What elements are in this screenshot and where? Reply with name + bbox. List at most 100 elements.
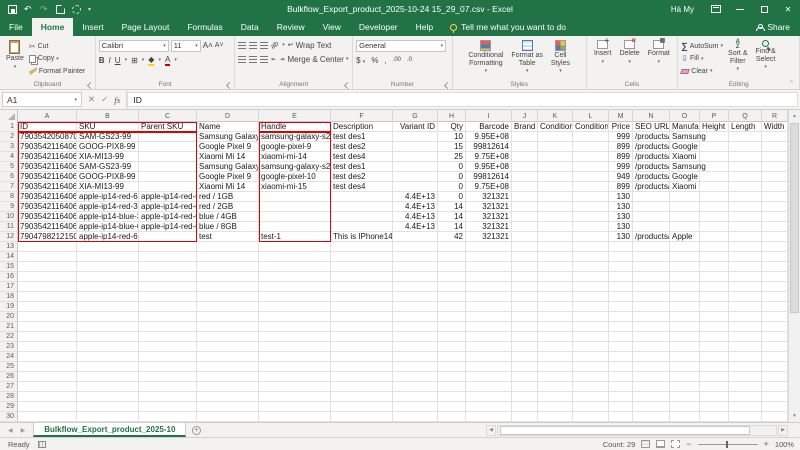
cell-F13[interactable] [331, 242, 393, 252]
cell-B5[interactable]: SAM-GS23-99 [77, 162, 139, 172]
cell-K30[interactable] [538, 412, 573, 422]
cell-A9[interactable]: 7903542116406 [18, 202, 77, 212]
cell-F9[interactable] [331, 202, 393, 212]
cell-Q24[interactable] [729, 352, 762, 362]
cell-Q27[interactable] [729, 382, 762, 392]
cell-O7[interactable]: Xiaomi [670, 182, 700, 192]
cell-G27[interactable] [393, 382, 438, 392]
cell-C19[interactable] [139, 302, 197, 312]
cell-F19[interactable] [331, 302, 393, 312]
cell-C6[interactable] [139, 172, 197, 182]
cell-D29[interactable] [197, 402, 259, 412]
cell-O11[interactable] [670, 222, 700, 232]
cell-H27[interactable] [438, 382, 466, 392]
cell-F4[interactable]: test des4 [331, 152, 393, 162]
cell-Q9[interactable] [729, 202, 762, 212]
cell-K27[interactable] [538, 382, 573, 392]
cell-F5[interactable]: test des1 [331, 162, 393, 172]
cell-C20[interactable] [139, 312, 197, 322]
row-header-2[interactable]: 2 [0, 132, 18, 142]
column-header-G[interactable]: G [393, 110, 438, 122]
cell-K8[interactable] [538, 192, 573, 202]
cell-G3[interactable] [393, 142, 438, 152]
cell-A30[interactable] [18, 412, 77, 422]
shrink-font-button[interactable]: A˅ [215, 42, 224, 49]
cell-R20[interactable] [762, 312, 788, 322]
cell-G28[interactable] [393, 392, 438, 402]
row-header-10[interactable]: 10 [0, 212, 18, 222]
cell-R23[interactable] [762, 342, 788, 352]
cell-L29[interactable] [573, 402, 609, 412]
ribbon-display-options-button[interactable] [704, 0, 728, 18]
cell-F11[interactable] [331, 222, 393, 232]
cell-N27[interactable] [633, 382, 670, 392]
next-sheet-icon[interactable]: ▶ [21, 427, 26, 434]
cell-L26[interactable] [573, 372, 609, 382]
cell-P19[interactable] [700, 302, 729, 312]
cell-N18[interactable] [633, 292, 670, 302]
cell-F24[interactable] [331, 352, 393, 362]
cell-P3[interactable] [700, 142, 729, 152]
row-header-5[interactable]: 5 [0, 162, 18, 172]
cell-A28[interactable] [18, 392, 77, 402]
cell-E4[interactable]: xiaomi-mi-14 [259, 152, 331, 162]
cell-O8[interactable] [670, 192, 700, 202]
row-header-29[interactable]: 29 [0, 402, 18, 412]
cell-I8[interactable]: 321321 [466, 192, 512, 202]
fill-color-button[interactable]: ◆ [148, 55, 155, 66]
cell-F1[interactable]: Description [331, 122, 393, 132]
cell-H21[interactable] [438, 322, 466, 332]
select-all-corner[interactable] [0, 110, 18, 122]
cell-Q23[interactable] [729, 342, 762, 352]
cell-Q17[interactable] [729, 282, 762, 292]
cell-G15[interactable] [393, 262, 438, 272]
cell-P25[interactable] [700, 362, 729, 372]
name-box[interactable]: A1 ▾ [2, 92, 82, 107]
cell-N22[interactable] [633, 332, 670, 342]
cell-C2[interactable] [139, 132, 197, 142]
cell-Q21[interactable] [729, 322, 762, 332]
zoom-level[interactable]: 100% [775, 440, 794, 449]
cell-N30[interactable] [633, 412, 670, 422]
cell-D17[interactable] [197, 282, 259, 292]
cell-M15[interactable] [609, 262, 633, 272]
cell-F14[interactable] [331, 252, 393, 262]
format-cells-button[interactable]: Format ▾ [645, 38, 673, 78]
cell-O6[interactable]: Google [670, 172, 700, 182]
cell-B24[interactable] [77, 352, 139, 362]
cell-E9[interactable] [259, 202, 331, 212]
cell-B2[interactable]: SAM-GS23-99 [77, 132, 139, 142]
cell-G23[interactable] [393, 342, 438, 352]
tab-page-layout[interactable]: Page Layout [113, 18, 179, 36]
cell-B12[interactable]: apple-ip14-red-64 [77, 232, 139, 242]
cell-K6[interactable] [538, 172, 573, 182]
cell-R22[interactable] [762, 332, 788, 342]
cell-F29[interactable] [331, 402, 393, 412]
column-header-D[interactable]: D [197, 110, 259, 122]
cell-I24[interactable] [466, 352, 512, 362]
cell-B29[interactable] [77, 402, 139, 412]
cell-L6[interactable] [573, 172, 609, 182]
share-button[interactable]: Share [756, 18, 800, 36]
find-select-button[interactable]: Find & Select ▾ [752, 39, 778, 78]
cell-H17[interactable] [438, 282, 466, 292]
tab-help[interactable]: Help [407, 18, 442, 36]
grow-font-button[interactable]: A˄ [203, 41, 213, 50]
cell-E24[interactable] [259, 352, 331, 362]
conditional-formatting-button[interactable]: Conditional Formatting ▾ [465, 39, 506, 78]
cell-O26[interactable] [670, 372, 700, 382]
cell-N16[interactable] [633, 272, 670, 282]
cell-N17[interactable] [633, 282, 670, 292]
cell-D20[interactable] [197, 312, 259, 322]
cell-D25[interactable] [197, 362, 259, 372]
cell-O27[interactable] [670, 382, 700, 392]
column-header-H[interactable]: H [438, 110, 466, 122]
cell-L7[interactable] [573, 182, 609, 192]
cell-A1[interactable]: ID [18, 122, 77, 132]
cell-A14[interactable] [18, 252, 77, 262]
new-file-icon[interactable] [56, 4, 65, 14]
customize-qat-chevron-icon[interactable]: ▾ [88, 6, 91, 13]
cell-R15[interactable] [762, 262, 788, 272]
cell-C27[interactable] [139, 382, 197, 392]
cell-D15[interactable] [197, 262, 259, 272]
